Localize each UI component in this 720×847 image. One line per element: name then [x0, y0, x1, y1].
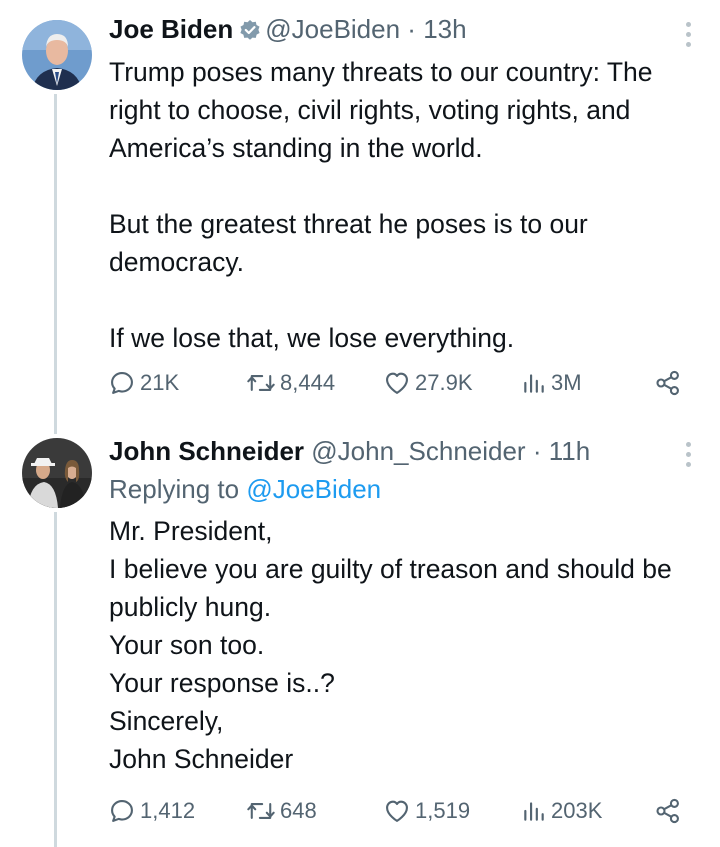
like-button[interactable]: 1,519 [383, 794, 470, 828]
like-button[interactable]: 27.9K [383, 366, 473, 400]
author-name[interactable]: John Schneider [109, 436, 304, 466]
share-button[interactable] [654, 366, 682, 400]
verified-badge-icon [239, 15, 261, 49]
share-icon [656, 370, 679, 396]
retweet-button[interactable]: 648 [246, 794, 317, 828]
retweet-count: 8,444 [280, 370, 336, 395]
tweet-header: Joe Biden @JoeBiden · 13h [109, 12, 680, 49]
author-handle[interactable]: @John_Schneider [311, 436, 525, 466]
more-options-icon[interactable] [684, 442, 692, 467]
timestamp[interactable]: 11h [549, 436, 590, 466]
replying-to-label: Replying to [109, 474, 240, 504]
separator-dot: · [407, 14, 416, 44]
share-button[interactable] [654, 794, 682, 828]
views-chart-icon [524, 802, 544, 821]
avatar[interactable] [22, 438, 92, 508]
author-handle[interactable]: @JoeBiden [265, 14, 400, 44]
tweet-text: Mr. President, I believe you are guilty … [109, 516, 672, 774]
author-name[interactable]: Joe Biden [109, 14, 233, 44]
retweet-count: 648 [280, 798, 317, 823]
reply-icon [111, 800, 133, 822]
retweet-button[interactable]: 8,444 [246, 366, 335, 400]
reply-count: 21K [140, 370, 180, 395]
tweet-actions: 1,412 648 1,519 203K [108, 794, 688, 828]
tweet[interactable]: Joe Biden @JoeBiden · 13h Trump poses man… [0, 0, 720, 430]
timestamp[interactable]: 13h [423, 14, 466, 44]
views-button[interactable]: 3M [521, 366, 582, 400]
tweet[interactable]: John Schneider @John_Schneider · 11h Rep… [0, 430, 720, 847]
tweet-actions: 21K 8,444 27.9K 3M [108, 366, 688, 400]
retweet-icon [247, 375, 275, 391]
like-count: 1,519 [415, 798, 471, 823]
views-button[interactable]: 203K [521, 794, 602, 828]
heart-icon [386, 800, 408, 822]
reply-count: 1,412 [140, 798, 196, 823]
separator-dot: · [532, 436, 542, 466]
heart-icon [386, 372, 408, 394]
replying-to-handle-link[interactable]: @JoeBiden [246, 474, 381, 504]
share-icon [656, 798, 679, 824]
reply-button[interactable]: 1,412 [108, 794, 195, 828]
like-count: 27.9K [415, 370, 473, 395]
replying-to: Replying to @JoeBiden [109, 472, 680, 506]
avatar[interactable] [22, 20, 92, 90]
tweet-text: Trump poses many threats to our country:… [109, 57, 653, 353]
views-count: 3M [551, 370, 582, 395]
views-chart-icon [524, 374, 544, 393]
reply-icon [111, 372, 133, 394]
views-count: 203K [551, 798, 603, 823]
more-options-icon[interactable] [684, 22, 692, 47]
tweet-header: John Schneider @John_Schneider · 11h [109, 434, 680, 468]
reply-button[interactable]: 21K [108, 366, 179, 400]
retweet-icon [247, 803, 275, 819]
